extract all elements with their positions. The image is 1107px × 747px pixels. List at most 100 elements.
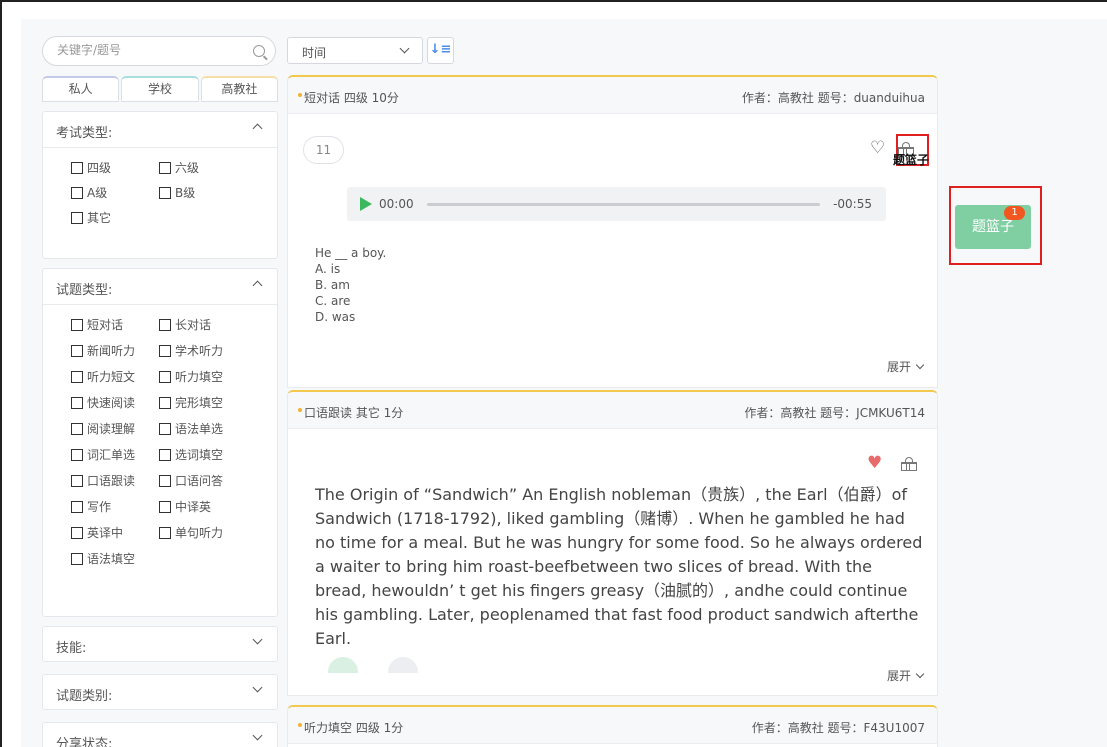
checkbox-box[interactable] (159, 475, 171, 487)
search-icon[interactable] (253, 45, 265, 57)
question-card: 短对话 四级 10分 作者：高教社 题号：duanduihua 11 ♡ 题篮子… (287, 75, 938, 388)
question-type-panel: 试题类型: 短对话 长对话新闻听力 学术听力 听力短文 听力填空 快速阅读 完形填空 阅读理解… (42, 268, 278, 617)
checkbox-cet4[interactable]: 四级 (71, 160, 159, 176)
share-status-panel[interactable]: 分享状态: (42, 722, 278, 747)
checkbox-question-type[interactable]: 听力短文 (71, 369, 159, 385)
checkbox-box[interactable] (159, 527, 171, 539)
checkbox-level-b[interactable]: B级 (159, 185, 259, 201)
checkbox-question-type[interactable]: 短对话 (71, 317, 159, 333)
exam-type-panel: 考试类型: 四级 六级 A级 B级 其它 (42, 111, 278, 259)
checkbox-label: 口语问答 (175, 474, 224, 488)
search-box[interactable] (42, 36, 276, 66)
checkbox-question-type[interactable]: 完形填空 (159, 395, 259, 411)
checkbox-question-type[interactable]: 学术听力 (159, 343, 259, 359)
checkbox-label: B级 (175, 186, 196, 200)
exam-type-options: 四级 六级 A级 B级 其它 (43, 148, 277, 226)
share-status-title: 分享状态: (56, 737, 113, 747)
checkbox-label: 长对话 (175, 318, 212, 332)
checkbox-question-type[interactable]: 快速阅读 (71, 395, 159, 411)
checkbox-box[interactable] (71, 187, 83, 199)
checkbox-box[interactable] (159, 187, 171, 199)
expand-label: 展开 (886, 669, 911, 683)
checkbox-cet6[interactable]: 六级 (159, 160, 259, 176)
tab-school[interactable]: 学校 (121, 76, 199, 102)
share-status-header[interactable]: 分享状态: (43, 723, 277, 747)
checkbox-label: 四级 (87, 161, 112, 175)
question-card: 听力填空 四级 1分 作者：高教社 题号：F43U1007 (287, 705, 938, 747)
audio-player[interactable]: 00:00 -00:55 (347, 187, 886, 221)
checkbox-label: 新闻听力 (87, 344, 136, 358)
search-input[interactable] (57, 43, 247, 57)
checkbox-box[interactable] (71, 501, 83, 513)
checkbox-box[interactable] (71, 527, 83, 539)
bullet-dot-icon (298, 93, 302, 97)
chevron-down-icon[interactable] (252, 730, 263, 741)
checkbox-question-type[interactable]: 新闻听力 (71, 343, 159, 359)
expand-label: 展开 (886, 360, 911, 374)
basket-icon[interactable] (901, 457, 917, 471)
checkbox-label: 语法单选 (175, 422, 224, 436)
checkbox-box[interactable] (71, 449, 83, 461)
skill-header[interactable]: 技能: (43, 627, 277, 663)
checkbox-box[interactable] (159, 449, 171, 461)
checkbox-question-type[interactable]: 中译英 (159, 499, 259, 515)
play-icon[interactable] (360, 197, 372, 211)
checkbox-question-type[interactable]: 语法填空 (71, 551, 159, 567)
checkbox-box[interactable] (159, 397, 171, 409)
checkbox-box[interactable] (159, 345, 171, 357)
heart-outline-icon[interactable]: ♡ (870, 140, 885, 157)
checkbox-box[interactable] (71, 553, 83, 565)
checkbox-box[interactable] (159, 423, 171, 435)
question-number-badge: 11 (303, 136, 344, 164)
exam-type-header[interactable]: 考试类型: (43, 112, 277, 148)
chevron-down-icon (915, 360, 925, 370)
chevron-down-icon[interactable] (399, 43, 410, 54)
checkbox-question-type[interactable]: 单句听力 (159, 525, 259, 541)
chevron-down-icon[interactable] (252, 682, 263, 693)
checkbox-question-type[interactable]: 词汇单选 (71, 447, 159, 463)
card-header: 短对话 四级 10分 作者：高教社 题号：duanduihua (288, 77, 937, 114)
question-type-header[interactable]: 试题类型: (43, 269, 277, 305)
sort-ascending-icon[interactable]: ↓≡ (427, 37, 454, 64)
checkbox-question-type[interactable]: 口语问答 (159, 473, 259, 489)
checkbox-box[interactable] (71, 397, 83, 409)
chevron-up-icon[interactable] (252, 123, 263, 134)
sort-select[interactable]: 时间 (287, 37, 423, 64)
checkbox-question-type[interactable]: 长对话 (159, 317, 259, 333)
checkbox-level-a[interactable]: A级 (71, 185, 159, 201)
heart-filled-icon[interactable]: ♥ (867, 455, 882, 472)
checkbox-question-type[interactable]: 语法单选 (159, 421, 259, 437)
audio-progress-bar[interactable] (427, 203, 820, 206)
checkbox-question-type[interactable]: 口语跟读 (71, 473, 159, 489)
bullet-dot-icon (298, 408, 302, 412)
checkbox-box[interactable] (71, 345, 83, 357)
checkbox-label: 短对话 (87, 318, 124, 332)
checkbox-box[interactable] (71, 162, 83, 174)
chevron-up-icon[interactable] (252, 280, 263, 291)
checkbox-box[interactable] (71, 319, 83, 331)
checkbox-box[interactable] (71, 212, 83, 224)
expand-button[interactable]: 展开 (886, 358, 925, 375)
checkbox-box[interactable] (159, 319, 171, 331)
checkbox-label: A级 (87, 186, 108, 200)
checkbox-question-type[interactable]: 阅读理解 (71, 421, 159, 437)
checkbox-question-type[interactable]: 英译中 (71, 525, 159, 541)
checkbox-box[interactable] (159, 371, 171, 383)
checkbox-question-type[interactable]: 写作 (71, 499, 159, 515)
tab-private[interactable]: 私人 (42, 76, 120, 102)
skill-panel[interactable]: 技能: (42, 626, 278, 662)
checkbox-box[interactable] (159, 501, 171, 513)
expand-button[interactable]: 展开 (886, 667, 925, 684)
checkbox-box[interactable] (71, 475, 83, 487)
checkbox-box[interactable] (71, 371, 83, 383)
checkbox-box[interactable] (71, 423, 83, 435)
chevron-down-icon[interactable] (252, 634, 263, 645)
tab-publisher[interactable]: 高教社 (200, 76, 278, 102)
checkbox-question-type[interactable]: 听力填空 (159, 369, 259, 385)
checkbox-question-type[interactable]: 选词填空 (159, 447, 259, 463)
checkbox-label: 语法填空 (87, 552, 136, 566)
category-panel[interactable]: 试题类别: (42, 674, 278, 710)
category-header[interactable]: 试题类别: (43, 675, 277, 711)
checkbox-other[interactable]: 其它 (71, 210, 159, 226)
checkbox-box[interactable] (159, 162, 171, 174)
